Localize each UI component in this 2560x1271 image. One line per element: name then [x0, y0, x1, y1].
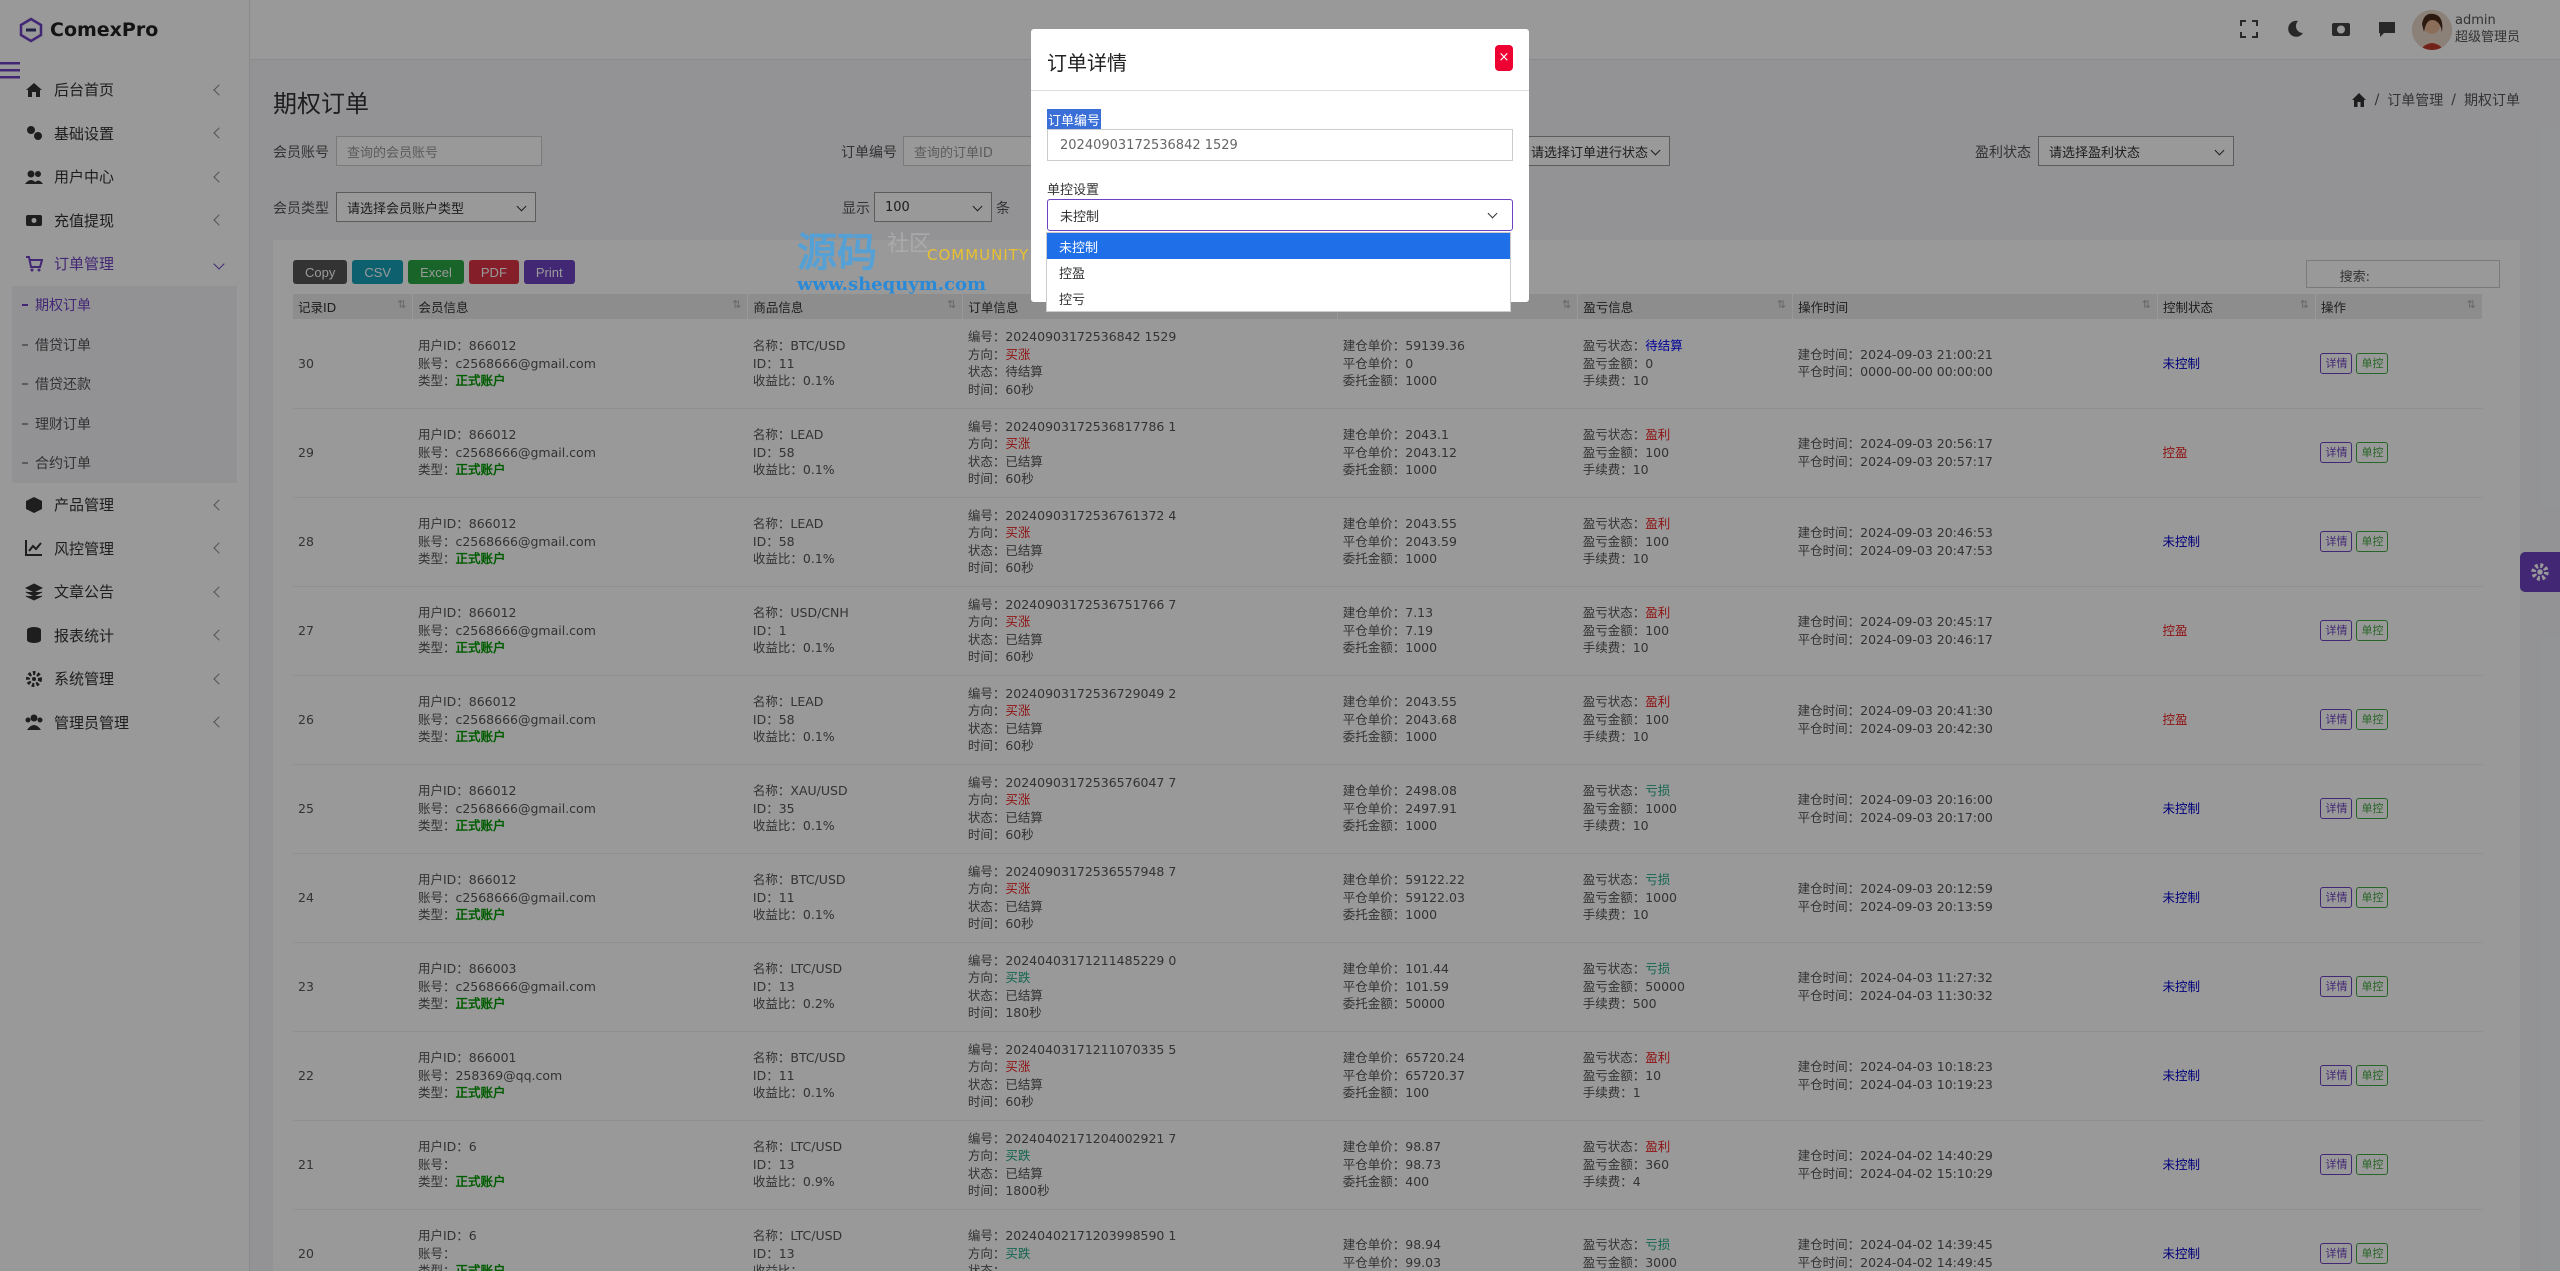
control-label: 单控设置: [1047, 183, 1100, 198]
control-select[interactable]: 未控制: [1047, 199, 1513, 231]
close-button[interactable]: ×: [1495, 45, 1513, 71]
modal-title: 订单详情: [1031, 29, 1529, 91]
control-dropdown: 未控制 控盈 控亏: [1046, 232, 1511, 312]
order-number-field[interactable]: 20240903172536842 1529: [1047, 129, 1513, 161]
dropdown-option[interactable]: 控亏: [1047, 285, 1510, 311]
order-number-label: 订单编号: [1047, 109, 1102, 130]
dropdown-option[interactable]: 未控制: [1047, 233, 1510, 259]
dropdown-option[interactable]: 控盈: [1047, 259, 1510, 285]
